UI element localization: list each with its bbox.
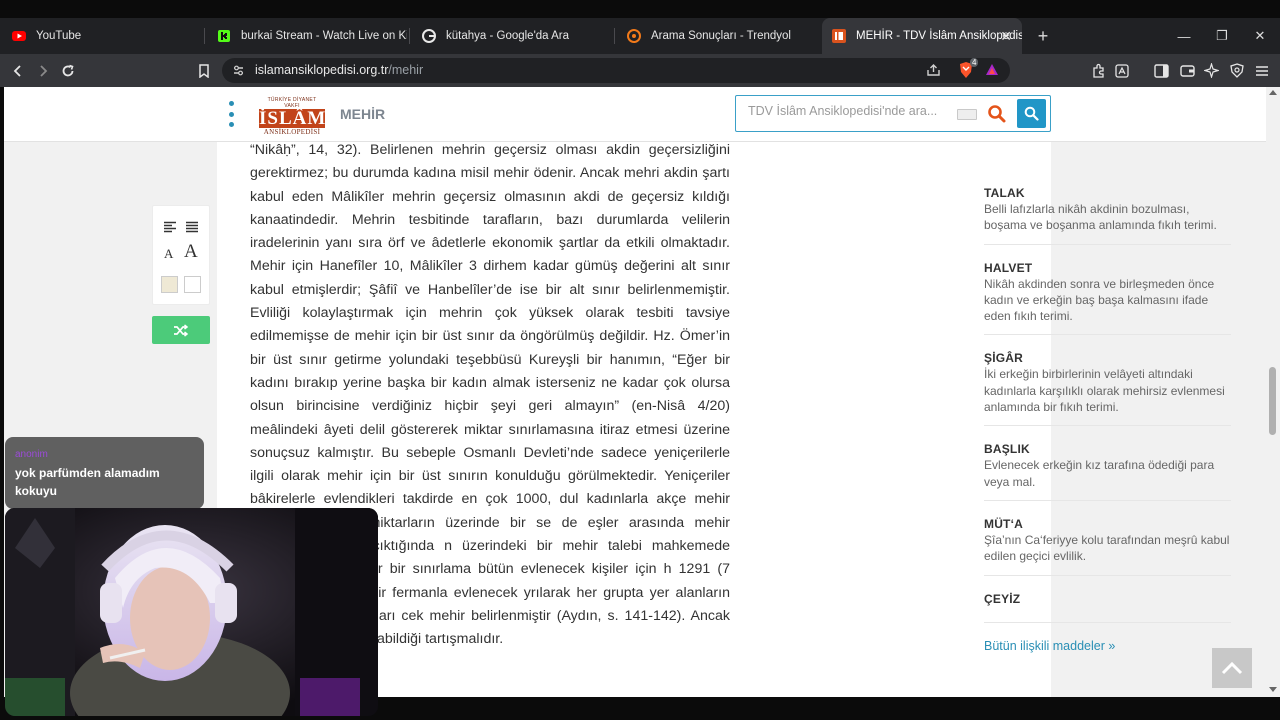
close-window-icon[interactable]: ✕ xyxy=(1242,18,1278,54)
chevron-up-icon xyxy=(1221,661,1243,674)
related-item[interactable]: TALAK Belli lafızlarla nikâh akdinin boz… xyxy=(984,186,1231,245)
tab-kick[interactable]: burkai Stream - Watch Live on Kick xyxy=(207,18,407,54)
site-header: TÜRKİYE DİYANET VAKFI İSLÂM ANSİKLOPEDİS… xyxy=(4,87,1266,142)
webcam-overlay xyxy=(5,508,378,716)
related-item[interactable]: HALVET Nikâh akdinden sonra ve birleşmed… xyxy=(984,261,1231,336)
related-entries: TALAK Belli lafızlarla nikâh akdinin boz… xyxy=(984,186,1231,653)
search-input[interactable] xyxy=(748,104,938,118)
page-scrollbar[interactable] xyxy=(1266,87,1280,697)
search-suggest-icon[interactable] xyxy=(987,104,1007,124)
keyboard-icon[interactable] xyxy=(957,109,977,120)
align-left-icon[interactable] xyxy=(163,220,177,238)
tab-label: Arama Sonuçları - Trendyol xyxy=(651,30,791,42)
align-justify-icon[interactable] xyxy=(185,220,199,238)
google-icon xyxy=(422,29,436,43)
tab-label: kütahya - Google'da Ara xyxy=(446,30,570,42)
font-increase-button[interactable]: A xyxy=(184,241,198,263)
bookmark-icon[interactable] xyxy=(192,54,216,87)
tab-youtube[interactable]: YouTube xyxy=(2,18,202,54)
random-article-button[interactable] xyxy=(152,316,210,344)
trendyol-icon xyxy=(627,29,641,43)
reading-tools: A A xyxy=(152,205,210,305)
chat-overlay: anonim yok parfümden alamadım kokuyu xyxy=(5,437,204,509)
brave-rewards-icon[interactable] xyxy=(985,63,999,81)
page-label: MEHİR xyxy=(340,106,386,122)
main-menu-icon[interactable] xyxy=(1250,54,1274,87)
restore-icon[interactable]: ❐ xyxy=(1204,18,1240,54)
back-icon[interactable] xyxy=(6,54,30,87)
webcam-image xyxy=(5,508,378,716)
menu-icon[interactable] xyxy=(229,101,235,127)
tab-strip: YouTube burkai Stream - Watch Live on Ki… xyxy=(0,18,1280,54)
search-button[interactable] xyxy=(1017,99,1046,128)
site-logo[interactable]: TÜRKİYE DİYANET VAKFI İSLÂM ANSİKLOPEDİS… xyxy=(259,97,325,136)
reload-icon[interactable] xyxy=(56,54,80,87)
extensions-icon[interactable] xyxy=(1086,54,1110,87)
tab-google[interactable]: kütahya - Google'da Ara xyxy=(412,18,612,54)
scroll-up-arrow[interactable] xyxy=(1269,90,1277,95)
chat-username: anonim xyxy=(15,449,48,460)
scrollbar-thumb[interactable] xyxy=(1269,367,1276,435)
site-settings-icon[interactable] xyxy=(232,64,245,82)
search-box xyxy=(735,95,1051,132)
minimize-icon[interactable]: — xyxy=(1166,18,1202,54)
tab-label: MEHİR - TDV İslâm Ansiklopedisi xyxy=(856,30,1022,42)
search-icon xyxy=(1024,106,1039,121)
white-theme-swatch[interactable] xyxy=(184,276,201,293)
font-decrease-button[interactable]: A xyxy=(164,246,173,262)
share-icon[interactable] xyxy=(926,63,941,82)
chat-message: yok parfümden alamadım kokuyu xyxy=(15,466,160,498)
leo-ai-icon[interactable] xyxy=(1199,54,1223,87)
shields-count-badge: 4 xyxy=(970,58,979,67)
translate-icon[interactable] xyxy=(1110,54,1134,87)
kick-icon xyxy=(217,29,231,43)
related-item[interactable]: MÜT‘A Şîa’nın Ca‘feriyye kolu tarafından… xyxy=(984,517,1231,576)
url-text: islamansiklopedisi.org.tr/mehir xyxy=(255,63,424,77)
tab-trendyol[interactable]: Arama Sonuçları - Trendyol xyxy=(617,18,817,54)
related-item[interactable]: ÇEYİZ xyxy=(984,592,1231,623)
islam-ansiklopedisi-icon xyxy=(832,29,846,43)
sidebar-icon[interactable] xyxy=(1149,54,1173,87)
related-item[interactable]: BAŞLIK Evlenecek erkeğin kız tarafına öd… xyxy=(984,442,1231,501)
vpn-icon[interactable] xyxy=(1225,54,1249,87)
all-related-link[interactable]: Bütün ilişkili maddeler » xyxy=(984,639,1231,653)
browser-toolbar: islamansiklopedisi.org.tr/mehir 4 xyxy=(0,54,1280,87)
forward-icon[interactable] xyxy=(31,54,55,87)
related-item[interactable]: ŞİGÂR İki erkeğin birbirlerinin velâyeti… xyxy=(984,351,1231,427)
wallet-icon[interactable] xyxy=(1175,54,1199,87)
scroll-to-top-button[interactable] xyxy=(1212,648,1252,688)
sepia-theme-swatch[interactable] xyxy=(161,276,178,293)
tab-label: burkai Stream - Watch Live on Kick xyxy=(241,30,407,42)
youtube-icon xyxy=(12,29,26,43)
tab-label: YouTube xyxy=(36,30,82,42)
tab-mehir[interactable]: MEHİR - TDV İslâm Ansiklopedisi ✕ xyxy=(822,18,1022,54)
address-bar[interactable]: islamansiklopedisi.org.tr/mehir 4 xyxy=(222,58,1010,83)
scroll-down-arrow[interactable] xyxy=(1269,687,1277,692)
close-tab-icon[interactable]: ✕ xyxy=(1000,28,1012,45)
new-tab-button[interactable]: + xyxy=(1035,18,1051,54)
shuffle-icon xyxy=(174,323,189,337)
